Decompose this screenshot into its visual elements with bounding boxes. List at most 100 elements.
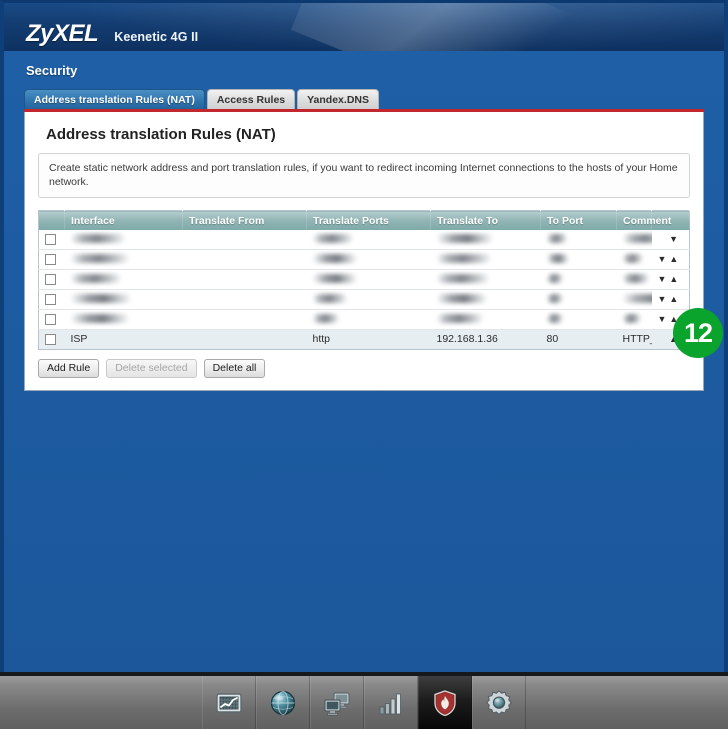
taskbar-item-system-monitor[interactable] bbox=[202, 676, 256, 729]
cell-comment bbox=[616, 229, 652, 250]
tab-access-rules[interactable]: Access Rules bbox=[206, 89, 296, 110]
column-header-translate-to[interactable]: Translate To bbox=[430, 210, 541, 230]
cell-row-actions[interactable]: ▼▲ bbox=[651, 289, 690, 310]
tabs-strip: Address translation Rules (NAT) Access R… bbox=[4, 88, 724, 112]
redacted-value bbox=[622, 274, 649, 283]
redacted-value bbox=[70, 314, 129, 323]
column-header-translate-from[interactable]: Translate From bbox=[182, 210, 307, 230]
gear-settings-icon bbox=[486, 689, 512, 715]
network-computers-icon bbox=[324, 691, 350, 716]
column-header-translate-ports[interactable]: Translate Ports bbox=[306, 210, 431, 230]
redacted-value bbox=[70, 234, 125, 243]
signal-bars-icon bbox=[379, 693, 401, 714]
move-down-icon[interactable]: ▼ bbox=[658, 310, 670, 329]
cell-translate-from bbox=[182, 249, 307, 270]
cell-comment bbox=[616, 309, 652, 330]
table-head: Interface Translate From Translate Ports… bbox=[38, 210, 690, 230]
cell-row-actions[interactable]: ▼▲ bbox=[651, 269, 690, 290]
move-up-icon[interactable]: ▲ bbox=[669, 250, 681, 269]
cell-translate-to bbox=[430, 229, 541, 250]
cell-interface bbox=[64, 229, 183, 250]
table-row[interactable]: ISP http 192.168.1.36 80 HTTP_Server ▲ bbox=[38, 329, 690, 350]
table-row[interactable]: ▼▲ bbox=[38, 269, 690, 290]
table-action-buttons: Add Rule Delete selected Delete all bbox=[38, 358, 693, 378]
move-up-icon[interactable]: ▲ bbox=[669, 290, 681, 309]
taskbar-item-settings[interactable] bbox=[472, 676, 526, 729]
taskbar-item-signal[interactable] bbox=[364, 676, 418, 729]
row-checkbox[interactable] bbox=[45, 314, 56, 325]
tab-yandex-dns[interactable]: Yandex.DNS bbox=[297, 89, 379, 110]
cell-interface: ISP bbox=[64, 329, 183, 350]
globe-internet-icon bbox=[270, 690, 296, 715]
cell-interface bbox=[64, 309, 183, 330]
row-select-cell[interactable] bbox=[38, 289, 65, 310]
cell-row-actions[interactable]: ▼ bbox=[651, 229, 690, 250]
redacted-value bbox=[546, 314, 563, 323]
column-header-interface[interactable]: Interface bbox=[64, 210, 183, 230]
cell-to-port: 80 bbox=[540, 329, 617, 350]
row-checkbox[interactable] bbox=[45, 294, 56, 305]
taskbar-item-internet[interactable] bbox=[256, 676, 310, 729]
table-row[interactable]: ▼▲ bbox=[38, 289, 690, 310]
tab-accent-underline bbox=[24, 109, 704, 112]
cell-to-port bbox=[540, 289, 617, 310]
page-title: Security bbox=[26, 63, 78, 78]
cell-translate-to bbox=[430, 249, 541, 270]
taskbar-item-security[interactable] bbox=[418, 676, 472, 729]
redacted-value bbox=[622, 314, 641, 323]
cell-translate-from bbox=[182, 309, 307, 330]
row-checkbox[interactable] bbox=[45, 334, 56, 345]
delete-all-button[interactable]: Delete all bbox=[203, 358, 266, 378]
column-header-select bbox=[38, 210, 65, 230]
redacted-value bbox=[312, 234, 353, 243]
column-header-to-port[interactable]: To Port bbox=[540, 210, 617, 230]
cell-row-actions[interactable]: ▼▲ bbox=[651, 249, 690, 270]
router-web-ui: ZyXEL Keenetic 4G II Security Address tr… bbox=[0, 0, 728, 672]
redacted-value bbox=[312, 314, 339, 323]
redacted-value bbox=[70, 254, 129, 263]
column-header-comment[interactable]: Comment bbox=[616, 210, 671, 230]
cell-translate-ports: http bbox=[306, 329, 431, 350]
row-select-cell[interactable] bbox=[38, 309, 65, 330]
cell-translate-to: 192.168.1.36 bbox=[430, 329, 541, 350]
row-checkbox[interactable] bbox=[45, 254, 56, 265]
site-header: ZyXEL Keenetic 4G II bbox=[4, 3, 724, 51]
move-up-icon[interactable]: ▲ bbox=[669, 270, 681, 289]
cell-comment bbox=[616, 289, 652, 310]
add-rule-button[interactable]: Add Rule bbox=[38, 358, 100, 378]
row-select-cell[interactable] bbox=[38, 249, 65, 270]
taskbar-item-home-network[interactable] bbox=[310, 676, 364, 729]
table-body: ▼ ▼▲ ▼▲ ▼▲ ▼▲ ISP http 192.168.1.36 80 H… bbox=[38, 229, 690, 350]
cell-translate-to bbox=[430, 309, 541, 330]
row-checkbox[interactable] bbox=[45, 234, 56, 245]
table-row[interactable]: ▼ bbox=[38, 229, 690, 250]
redacted-value bbox=[312, 254, 357, 263]
redacted-value bbox=[546, 234, 567, 243]
move-down-icon[interactable]: ▼ bbox=[658, 250, 670, 269]
move-down-icon[interactable]: ▼ bbox=[658, 270, 670, 289]
move-down-icon[interactable]: ▼ bbox=[658, 290, 670, 309]
redacted-value bbox=[546, 294, 563, 303]
redacted-value bbox=[546, 254, 569, 263]
row-select-cell[interactable] bbox=[38, 229, 65, 250]
row-select-cell[interactable] bbox=[38, 269, 65, 290]
cell-to-port bbox=[540, 309, 617, 330]
content-panel: Address translation Rules (NAT) Create s… bbox=[24, 112, 704, 391]
cell-translate-ports bbox=[306, 309, 431, 330]
redacted-value bbox=[70, 274, 121, 283]
redacted-value bbox=[312, 294, 347, 303]
table-row[interactable]: ▼▲ bbox=[38, 309, 690, 330]
redacted-value bbox=[436, 274, 489, 283]
row-checkbox[interactable] bbox=[45, 274, 56, 285]
cell-translate-from bbox=[182, 289, 307, 310]
tab-address-translation-rules[interactable]: Address translation Rules (NAT) bbox=[24, 89, 205, 110]
cell-to-port bbox=[540, 269, 617, 290]
cell-translate-ports bbox=[306, 269, 431, 290]
redacted-value bbox=[546, 274, 563, 283]
row-select-cell[interactable] bbox=[38, 329, 65, 350]
nat-rules-table: Interface Translate From Translate Ports… bbox=[38, 210, 690, 350]
cell-interface bbox=[64, 289, 183, 310]
table-row[interactable]: ▼▲ bbox=[38, 249, 690, 270]
move-down-icon[interactable]: ▼ bbox=[669, 230, 681, 249]
zyxel-logo: ZyXEL bbox=[26, 20, 99, 47]
